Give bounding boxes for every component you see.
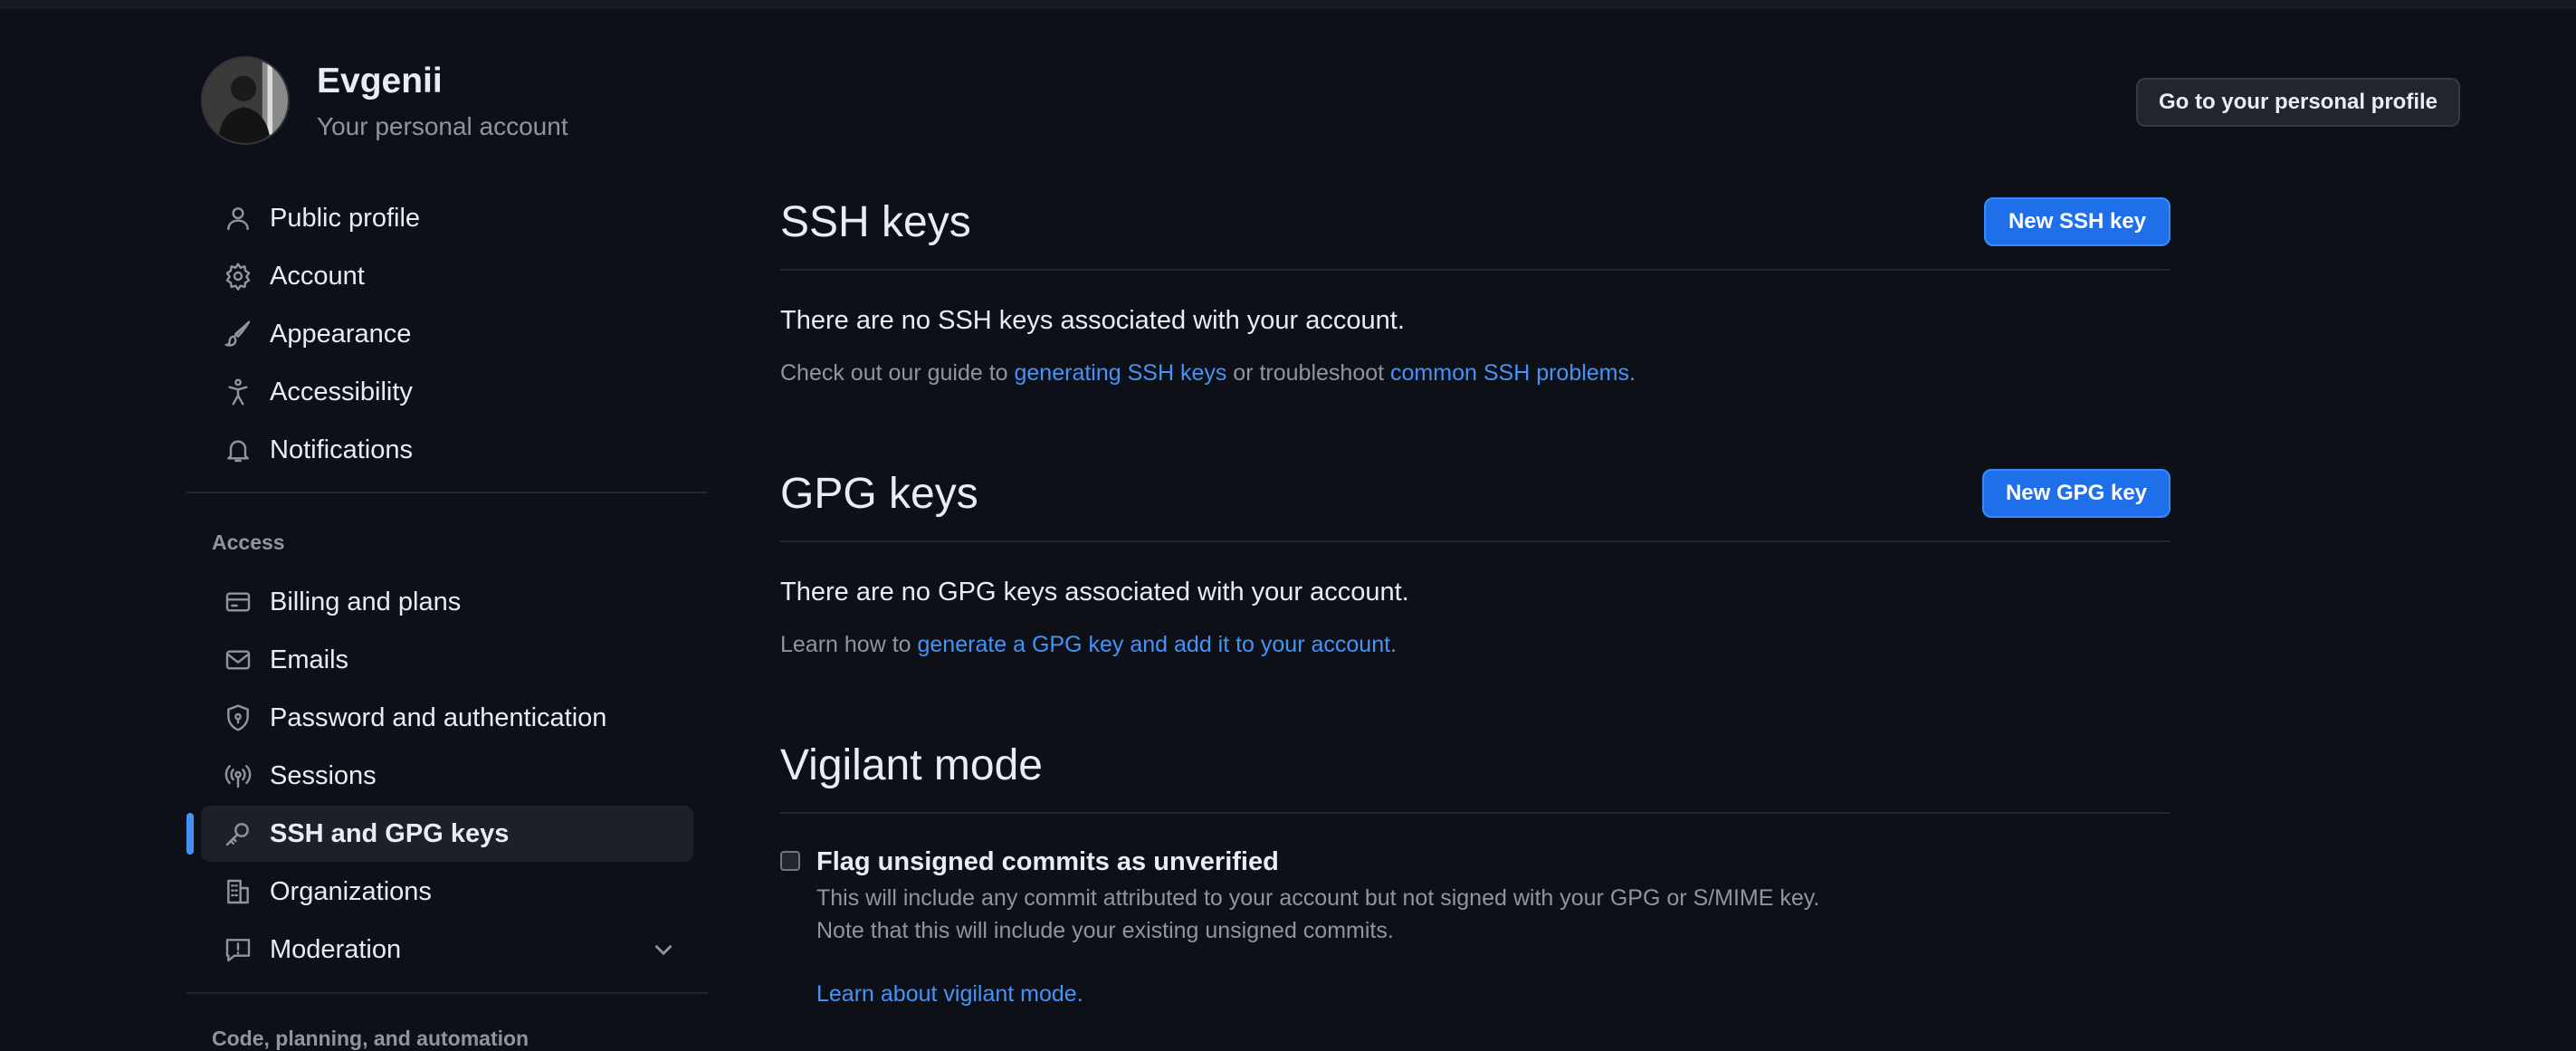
sidebar-item-accessibility[interactable]: Accessibility bbox=[201, 364, 693, 420]
sidebar-item-public-profile[interactable]: Public profile bbox=[201, 190, 693, 246]
sidebar-divider bbox=[186, 992, 708, 994]
ssh-empty-message: There are no SSH keys associated with yo… bbox=[780, 306, 1405, 335]
sidebar-item-emails[interactable]: Emails bbox=[201, 632, 693, 688]
person-icon bbox=[210, 190, 266, 246]
sidebar-item-notifications[interactable]: Notifications bbox=[201, 422, 693, 478]
broadcast-icon bbox=[210, 748, 266, 804]
ssh-hint-suffix: . bbox=[1629, 360, 1636, 386]
sidebar-item-sessions[interactable]: Sessions bbox=[201, 748, 693, 804]
sidebar-item-label: Accessibility bbox=[270, 377, 413, 406]
key-icon bbox=[210, 806, 266, 862]
generating-ssh-keys-link[interactable]: generating SSH keys bbox=[1015, 360, 1227, 386]
accessibility-icon bbox=[210, 364, 266, 420]
sidebar-item-label: Emails bbox=[270, 645, 349, 674]
sidebar-item-label: Sessions bbox=[270, 760, 377, 790]
sidebar-divider bbox=[186, 492, 708, 493]
account-type-label: Your personal account bbox=[317, 112, 568, 140]
gpg-hint-prefix: Learn how to bbox=[780, 632, 918, 657]
vigilant-description-line2: Note that this will include your existin… bbox=[816, 918, 1394, 943]
sidebar-item-label: Billing and plans bbox=[270, 587, 462, 616]
mail-icon bbox=[210, 632, 266, 688]
generate-gpg-key-link[interactable]: generate a GPG key and add it to your ac… bbox=[918, 632, 1391, 657]
sidebar-item-account[interactable]: Account bbox=[201, 248, 693, 304]
gpg-keys-heading: GPG keys bbox=[780, 470, 978, 518]
sidebar-item-password-auth[interactable]: Password and authentication bbox=[201, 690, 693, 746]
flag-unsigned-commits-label[interactable]: Flag unsigned commits as unverified bbox=[816, 847, 1279, 877]
gpg-hint: Learn how to generate a GPG key and add … bbox=[780, 632, 1397, 658]
bell-icon bbox=[210, 422, 266, 478]
sidebar-item-appearance[interactable]: Appearance bbox=[201, 306, 693, 362]
gpg-empty-message: There are no GPG keys associated with yo… bbox=[780, 578, 1409, 607]
new-gpg-key-button[interactable]: New GPG key bbox=[1982, 469, 2171, 518]
go-to-profile-button[interactable]: Go to your personal profile bbox=[2136, 78, 2460, 127]
sidebar-item-label: Organizations bbox=[270, 876, 432, 906]
ssh-hint: Check out our guide to generating SSH ke… bbox=[780, 360, 1636, 387]
sidebar-item-billing[interactable]: Billing and plans bbox=[201, 574, 693, 630]
report-icon bbox=[210, 922, 266, 978]
access-section-heading: Access bbox=[212, 530, 285, 554]
sidebar-item-label: Password and authentication bbox=[270, 702, 607, 732]
sidebar-item-label: Notifications bbox=[270, 435, 413, 464]
paintbrush-icon bbox=[210, 306, 266, 362]
learn-vigilant-mode-link[interactable]: Learn about vigilant mode. bbox=[816, 981, 1083, 1008]
gpg-hint-suffix: . bbox=[1390, 632, 1397, 657]
section-divider bbox=[780, 812, 2171, 814]
sidebar-item-label: Appearance bbox=[270, 319, 412, 349]
sidebar-item-label: Moderation bbox=[270, 934, 402, 964]
gear-icon bbox=[210, 248, 266, 304]
shield-lock-icon bbox=[210, 690, 266, 746]
avatar[interactable] bbox=[201, 56, 290, 145]
credit-card-icon bbox=[210, 574, 266, 630]
organization-icon bbox=[210, 864, 266, 920]
sidebar-item-ssh-gpg-keys[interactable]: SSH and GPG keys bbox=[186, 806, 693, 862]
section-divider bbox=[780, 269, 2171, 271]
sidebar-item-organizations[interactable]: Organizations bbox=[201, 864, 693, 920]
flag-unsigned-commits-checkbox[interactable] bbox=[780, 851, 800, 871]
ssh-hint-middle: or troubleshoot bbox=[1226, 360, 1391, 386]
vigilant-mode-heading: Vigilant mode bbox=[780, 741, 1043, 789]
section-divider bbox=[780, 540, 2171, 542]
vigilant-description-line1: This will include any commit attributed … bbox=[816, 885, 1820, 911]
sidebar-item-label: Account bbox=[270, 261, 365, 291]
sidebar-item-label: SSH and GPG keys bbox=[270, 818, 510, 848]
common-ssh-problems-link[interactable]: common SSH problems bbox=[1390, 360, 1629, 386]
ssh-hint-prefix: Check out our guide to bbox=[780, 360, 1015, 386]
sidebar-item-moderation[interactable]: Moderation bbox=[201, 922, 693, 978]
user-name[interactable]: Evgenii bbox=[317, 62, 443, 101]
chevron-down-icon[interactable] bbox=[648, 934, 679, 965]
ssh-keys-heading: SSH keys bbox=[780, 198, 971, 246]
top-bar bbox=[0, 0, 2576, 9]
new-ssh-key-button[interactable]: New SSH key bbox=[1984, 197, 2171, 246]
sidebar-item-label: Public profile bbox=[270, 203, 421, 233]
